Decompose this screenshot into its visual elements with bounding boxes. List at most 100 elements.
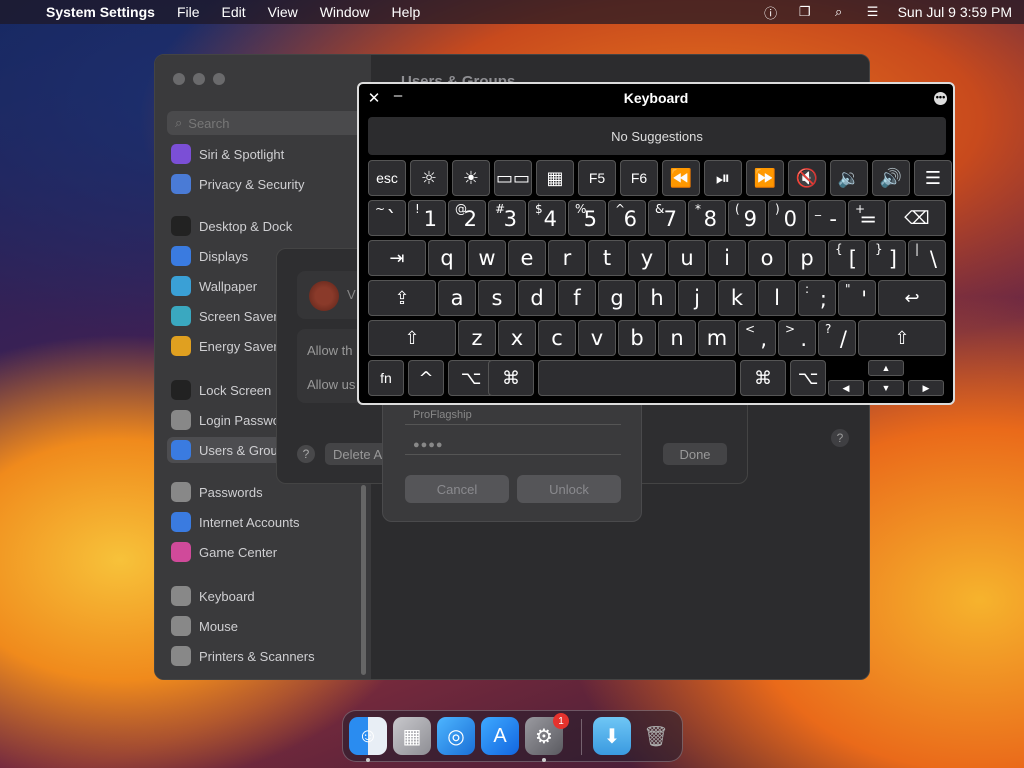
arrow-down-key[interactable]: ▼: [868, 380, 904, 396]
menu-window[interactable]: Window: [320, 4, 370, 20]
fn-key-12[interactable]: 🔊: [872, 160, 910, 196]
fn-key[interactable]: fn: [368, 360, 404, 396]
app-store-icon[interactable]: A: [481, 717, 519, 755]
number-key-3[interactable]: #3: [488, 200, 526, 236]
letter-key-f[interactable]: f: [558, 280, 596, 316]
menu-view[interactable]: View: [268, 4, 298, 20]
sidebar-item-11[interactable]: Internet Accounts: [167, 509, 363, 535]
letter-key-k[interactable]: k: [718, 280, 756, 316]
finder-icon[interactable]: ☺: [349, 717, 387, 755]
number-key-4[interactable]: $4: [528, 200, 566, 236]
fn-key-0[interactable]: esc: [368, 160, 406, 196]
letter-key-m[interactable]: m: [698, 320, 736, 356]
letter-key-a[interactable]: a: [438, 280, 476, 316]
letter-key-y[interactable]: y: [628, 240, 666, 276]
number-key-1[interactable]: ! 1: [408, 200, 446, 236]
more-options-icon[interactable]: •••: [934, 92, 947, 105]
bracket-key-1[interactable]: }]: [868, 240, 906, 276]
sidebar-item-1[interactable]: Privacy & Security: [167, 171, 363, 197]
number-key-6[interactable]: ^ 6: [608, 200, 646, 236]
arrow-up-key[interactable]: ▲: [868, 360, 904, 376]
zoom-window-button[interactable]: [213, 73, 225, 85]
number-key-12[interactable]: + =: [848, 200, 886, 236]
letter-key-u[interactable]: u: [668, 240, 706, 276]
letter-key-x[interactable]: x: [498, 320, 536, 356]
letter-key-r[interactable]: r: [548, 240, 586, 276]
sidebar-item-12[interactable]: Game Center: [167, 539, 363, 565]
sidebar-item-0[interactable]: Siri & Spotlight: [167, 141, 363, 167]
done-button[interactable]: Done: [663, 443, 727, 465]
number-key-0[interactable]: ~ `: [368, 200, 406, 236]
control-center-icon[interactable]: ☰: [864, 4, 882, 19]
punct-key-1[interactable]: >.: [778, 320, 816, 356]
caps-lock-key[interactable]: ⇪: [368, 280, 436, 316]
letter-key-c[interactable]: c: [538, 320, 576, 356]
number-key-8[interactable]: * 8: [688, 200, 726, 236]
letter-key-w[interactable]: w: [468, 240, 506, 276]
right-option-key[interactable]: ⌥: [790, 360, 826, 396]
quote-key-0[interactable]: :;: [798, 280, 836, 316]
letter-key-z[interactable]: z: [458, 320, 496, 356]
minimize-window-button[interactable]: [193, 73, 205, 85]
letter-key-e[interactable]: e: [508, 240, 546, 276]
arrow-right-key[interactable]: ▶: [908, 380, 944, 396]
menu-app-name[interactable]: System Settings: [46, 4, 155, 20]
sidebar-item-13[interactable]: Keyboard: [167, 583, 363, 609]
punct-key-2[interactable]: ? /: [818, 320, 856, 356]
trash-icon[interactable]: 🗑: [637, 717, 675, 755]
space-key[interactable]: [538, 360, 736, 396]
left-shift-key[interactable]: ⇧: [368, 320, 456, 356]
fn-key-7[interactable]: ⏪: [662, 160, 700, 196]
menu-edit[interactable]: Edit: [222, 4, 246, 20]
fn-key-5[interactable]: F5: [578, 160, 616, 196]
allow-option-1[interactable]: Allow th: [307, 343, 353, 358]
punct-key-0[interactable]: <,: [738, 320, 776, 356]
allow-option-2[interactable]: Allow us: [307, 377, 355, 392]
fn-key-13[interactable]: ☰: [914, 160, 952, 196]
letter-key-j[interactable]: j: [678, 280, 716, 316]
bracket-key-2[interactable]: | \: [908, 240, 946, 276]
fn-key-9[interactable]: ⏩: [746, 160, 784, 196]
sheet-help-button[interactable]: ?: [297, 445, 315, 463]
screen-mirroring-icon[interactable]: ❐: [796, 4, 814, 19]
letter-key-g[interactable]: g: [598, 280, 636, 316]
number-key-10[interactable]: ) 0: [768, 200, 806, 236]
left-command-key[interactable]: ⌘: [488, 360, 534, 396]
cancel-button[interactable]: Cancel: [405, 475, 509, 503]
letter-key-o[interactable]: o: [748, 240, 786, 276]
letter-key-n[interactable]: n: [658, 320, 696, 356]
accessibility-icon[interactable]: ⓘ: [762, 5, 780, 21]
launchpad-icon[interactable]: ▦: [393, 717, 431, 755]
menu-clock[interactable]: Sun Jul 9 3:59 PM: [898, 4, 1012, 20]
downloads-folder-icon[interactable]: ⬇: [593, 717, 631, 755]
spotlight-search-icon[interactable]: ⌕: [830, 4, 848, 19]
fn-key-11[interactable]: 🔉: [830, 160, 868, 196]
letter-key-b[interactable]: b: [618, 320, 656, 356]
password-field[interactable]: ●●●●: [405, 435, 621, 455]
fn-key-8[interactable]: ⏯: [704, 160, 742, 196]
close-window-button[interactable]: [173, 73, 185, 85]
fn-key-3[interactable]: ▭▭: [494, 160, 532, 196]
sidebar-item-14[interactable]: Mouse: [167, 613, 363, 639]
menu-help[interactable]: Help: [392, 4, 421, 20]
letter-key-d[interactable]: d: [518, 280, 556, 316]
letter-key-q[interactable]: q: [428, 240, 466, 276]
number-key-9[interactable]: (9: [728, 200, 766, 236]
letter-key-h[interactable]: h: [638, 280, 676, 316]
letter-key-t[interactable]: t: [588, 240, 626, 276]
unlock-button[interactable]: Unlock: [517, 475, 621, 503]
control-key[interactable]: ^: [408, 360, 444, 396]
sidebar-search-input[interactable]: ⌕ Search: [167, 111, 363, 135]
fn-key-6[interactable]: F6: [620, 160, 658, 196]
sidebar-scrollbar[interactable]: [361, 485, 366, 675]
bracket-key-0[interactable]: {[: [828, 240, 866, 276]
menu-file[interactable]: File: [177, 4, 200, 20]
arrow-left-key[interactable]: ◀: [828, 380, 864, 396]
letter-key-i[interactable]: i: [708, 240, 746, 276]
help-button[interactable]: ?: [831, 429, 849, 447]
quote-key-1[interactable]: " ': [838, 280, 876, 316]
letter-key-l[interactable]: l: [758, 280, 796, 316]
sidebar-item-15[interactable]: Printers & Scanners: [167, 643, 363, 669]
right-command-key[interactable]: ⌘: [740, 360, 786, 396]
return-key[interactable]: ↩: [878, 280, 946, 316]
